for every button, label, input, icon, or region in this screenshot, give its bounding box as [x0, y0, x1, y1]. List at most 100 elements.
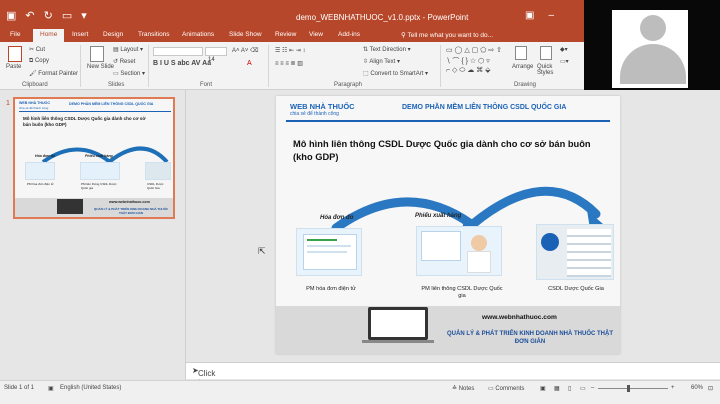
slide-footer: [276, 306, 620, 354]
image-national-database: [536, 224, 614, 280]
layout-label: Layout: [120, 47, 139, 53]
notes-button[interactable]: ≙ Notes: [452, 385, 474, 392]
font-name-box[interactable]: [153, 47, 203, 56]
group-slides-label: Slides: [108, 82, 125, 88]
format-painter-button[interactable]: 🖌 Format Painter: [29, 70, 78, 77]
tab-view[interactable]: View: [309, 31, 323, 38]
thumb-website: www.webnhathuoc.com: [109, 200, 150, 204]
slogan: QUẢN LÝ & PHÁT TRIỂN KINH DOANH NHÀ THUỐ…: [447, 331, 613, 345]
quick-styles-icon[interactable]: [540, 46, 552, 60]
label-hoa-don: Hóa đơn đỏ: [320, 215, 354, 221]
font-size-buttons[interactable]: A˄ A˅ ⌫: [232, 47, 259, 54]
slideshow-view-icon[interactable]: ▭: [580, 385, 586, 392]
tab-animations[interactable]: Animations: [182, 31, 214, 38]
save-icon[interactable]: ▣: [6, 9, 16, 22]
website-url: www.webnhathuoc.com: [482, 314, 557, 321]
normal-view-icon[interactable]: ▣: [540, 385, 546, 392]
spellcheck-icon[interactable]: ▣: [48, 385, 54, 392]
list-buttons[interactable]: ☰ ☷ ⇤ ⇥ ↕: [275, 47, 305, 54]
section-button[interactable]: ▭ Section ▾: [113, 70, 145, 77]
redo-icon[interactable]: ↻: [44, 9, 53, 22]
customize-qat-icon[interactable]: ▾: [81, 9, 87, 22]
slide-canvas[interactable]: WEB NHÀ THUỐC chia sẻ để thành công DEMO…: [276, 96, 620, 354]
quick-styles-button[interactable]: Quick Styles: [537, 64, 559, 77]
font-size-box[interactable]: 14: [205, 47, 227, 63]
thumb-caption-1: PM hóa đơn điện tử: [27, 182, 54, 186]
thumb-label-hoa-don: Hóa đơn đỏ: [35, 154, 55, 158]
align-buttons[interactable]: ≡ ≡ ≡ ≣ ▥: [275, 60, 303, 67]
quick-access-toolbar: ▣ ↶ ↻ ▭ ▾: [6, 9, 87, 22]
layout-button[interactable]: ▤ Layout ▾: [113, 46, 143, 53]
reset-label: Reset: [119, 59, 136, 65]
laptop-base-icon: [362, 340, 434, 343]
zoom-slider[interactable]: [598, 388, 668, 389]
text-direction-button[interactable]: ⇅ Text Direction ▾: [363, 46, 411, 53]
convert-smartart-button[interactable]: ⬚ Convert to SmartArt ▾: [363, 70, 428, 77]
shapes-gallery-row3[interactable]: ⌐ ◇ ⬭ ☁ ⌘ ⬙: [446, 66, 491, 75]
notes-placeholder[interactable]: ➤Click to add notes: [192, 366, 218, 404]
comments-label: Comments: [495, 386, 525, 392]
start-presentation-icon[interactable]: ▭: [62, 9, 72, 22]
cut-button[interactable]: ✂ Cut: [29, 46, 45, 53]
minimize-icon[interactable]: –: [548, 10, 554, 21]
tell-me-search[interactable]: ⚲ Tell me what you want to do...: [401, 31, 493, 39]
notes-pane[interactable]: ➤Click to add notes: [186, 362, 720, 404]
image-pharmacy-software: [416, 226, 502, 276]
reset-button[interactable]: ↺ Reset: [113, 58, 135, 65]
tab-add-ins[interactable]: Add-ins: [338, 31, 360, 38]
ribbon-separator: [268, 45, 269, 87]
undo-icon[interactable]: ↶: [25, 9, 34, 22]
language-indicator[interactable]: English (United States): [60, 385, 121, 391]
tab-review[interactable]: Review: [275, 31, 296, 38]
ministry-seal-icon: [541, 233, 559, 251]
caption-csdl: CSDL Dược Quốc Gia: [548, 286, 604, 292]
thumb-caption-3: CSDL Dược Quốc Gia: [147, 182, 164, 190]
fit-slide-icon[interactable]: ⊡: [708, 385, 713, 392]
tab-file[interactable]: File: [10, 31, 20, 38]
new-slide-icon[interactable]: [90, 46, 104, 62]
zoom-out-icon[interactable]: –: [591, 385, 594, 391]
ribbon-separator: [440, 45, 441, 87]
tab-transitions[interactable]: Transitions: [138, 31, 170, 38]
shapes-gallery-row2[interactable]: ∖ ⌒ { } ☆ ⬡ ▿: [446, 56, 490, 66]
cut-label: Cut: [35, 47, 46, 53]
arrange-button[interactable]: Arrange: [512, 64, 533, 70]
thumb-slogan: QUẢN LÝ & PHÁT TRIỂN KINH DOANH NHÀ THUỐ…: [93, 207, 169, 215]
comments-button[interactable]: ▭ Comments: [488, 385, 524, 392]
tab-slide-show[interactable]: Slide Show: [229, 31, 262, 38]
paste-icon[interactable]: [8, 46, 22, 62]
group-drawing-label: Drawing: [514, 82, 537, 88]
convert-smartart-label: Convert to SmartArt: [370, 71, 424, 77]
thumb-caption-2: PM liên thông CSDL Dược Quốc gia: [81, 182, 117, 190]
shelves-icon: [567, 229, 611, 277]
reading-view-icon[interactable]: ▯: [568, 385, 571, 392]
slide-sorter-icon[interactable]: ▦: [554, 385, 560, 392]
section-label: Section: [120, 71, 141, 77]
pharmacist-coat-icon: [467, 251, 491, 273]
copy-button[interactable]: ⧉ Copy: [29, 58, 49, 65]
arrange-icon[interactable]: [515, 46, 527, 60]
font-color-button[interactable]: A: [247, 60, 252, 67]
slide-thumbnail-1[interactable]: WEB NHÀ THUỐC chia sẻ để thành công DEMO…: [13, 97, 175, 219]
tab-design[interactable]: Design: [103, 31, 123, 38]
zoom-in-icon[interactable]: +: [671, 385, 675, 391]
tab-home[interactable]: Home: [33, 29, 65, 42]
ribbon-separator: [148, 45, 149, 87]
shapes-gallery[interactable]: ▭ ◯ △ ▢ ⬠ ⇨ ⇧: [446, 46, 502, 54]
slide-count: Slide 1 of 1: [4, 385, 35, 391]
mouse-cursor-icon: ⇱: [258, 246, 266, 256]
paste-button[interactable]: Paste: [6, 64, 21, 70]
tab-insert[interactable]: Insert: [72, 31, 88, 38]
group-font-label: Font: [200, 82, 213, 88]
label-phieu-xuat: Phiếu xuất hàng: [415, 213, 462, 219]
thumb-image-pharmacy: [145, 162, 171, 180]
font-style-buttons[interactable]: B I U S abc AV Aa: [153, 60, 211, 67]
invoice-line-icon: [307, 251, 347, 253]
new-slide-button[interactable]: New Slide: [87, 64, 114, 70]
zoom-level[interactable]: 60%: [691, 385, 703, 391]
zoom-slider-thumb[interactable]: [627, 385, 630, 392]
align-text-button[interactable]: ⇳ Align Text ▾: [363, 58, 400, 65]
ribbon-display-options-icon[interactable]: ▣: [525, 10, 534, 21]
shape-fill-icon[interactable]: ◆▾: [560, 46, 568, 53]
shape-outline-icon[interactable]: ▭▾: [560, 58, 569, 65]
